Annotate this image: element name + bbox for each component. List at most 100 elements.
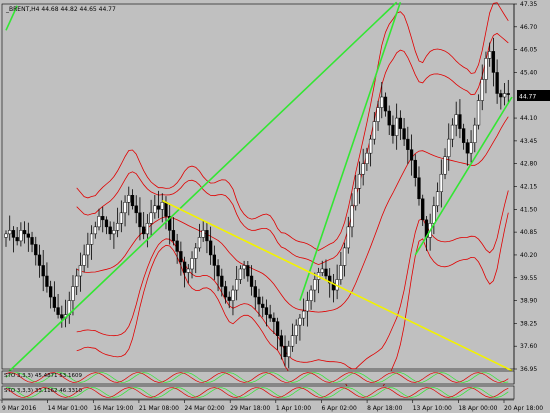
candle-body — [45, 275, 49, 287]
candle-body — [264, 307, 269, 315]
candle-body — [127, 195, 131, 203]
candle-body — [93, 226, 97, 235]
candle-body — [409, 149, 414, 161]
candle-body — [175, 240, 179, 252]
candle-body — [275, 321, 280, 336]
candle-body — [350, 205, 354, 228]
candle-body — [432, 205, 436, 224]
candle-body — [216, 265, 220, 277]
candle-body — [11, 230, 16, 238]
candle-body — [153, 205, 157, 214]
x-tick-label: 21 Mar 08:00 — [139, 405, 179, 412]
candle-body — [484, 58, 488, 80]
candle-body — [279, 335, 283, 347]
candle-body — [194, 247, 198, 259]
candle-body — [4, 233, 8, 238]
candle-body — [71, 286, 75, 301]
candle-body — [108, 226, 112, 235]
candle-body — [115, 223, 120, 231]
candle-body — [443, 156, 447, 175]
candle-body — [398, 117, 403, 129]
candle-body — [101, 216, 105, 221]
candle-body — [41, 265, 45, 277]
candle-body — [309, 289, 313, 301]
candle-body — [112, 230, 116, 235]
symbol-header: _BRENT,H4 44.68 44.82 44.65 44.77 — [5, 6, 116, 13]
y-tick-label: 42.15 — [520, 184, 537, 191]
y-tick-label: 46.70 — [520, 24, 537, 31]
x-tick-label: 29 Mar 18:00 — [230, 405, 270, 412]
candle-body — [354, 188, 358, 207]
candle-body — [435, 191, 440, 207]
candle-body — [447, 138, 451, 157]
candle-body — [406, 138, 410, 150]
x-tick-label: 8 Apr 18:00 — [367, 405, 402, 412]
candle-body — [246, 265, 250, 277]
candle-body — [383, 96, 388, 112]
candle-body — [22, 230, 27, 235]
candle-body — [8, 230, 12, 235]
candle-body — [235, 279, 239, 291]
candle-body — [89, 233, 94, 245]
candle-body — [253, 286, 257, 298]
candle-body — [104, 219, 109, 228]
candle-body — [142, 226, 146, 235]
candle-body — [205, 230, 209, 242]
candle-body — [171, 230, 176, 242]
candle-body — [361, 163, 365, 175]
candle-body — [387, 110, 391, 126]
candle-body — [261, 303, 265, 308]
x-tick-label: 18 Apr 00:00 — [458, 405, 497, 412]
candle-body — [495, 72, 499, 94]
chart-canvas[interactable]: 47.35 46.70 46.05 45.40 44.10 43.45 42.80 42.15… — [0, 0, 550, 413]
candle-body — [227, 296, 231, 301]
candle-body — [465, 142, 470, 154]
candle-body — [268, 314, 272, 319]
y-tick-label: 38.90 — [520, 298, 537, 305]
stochastic-label: STO 3,3,3) 33.1162 46.3310 — [4, 388, 83, 394]
candle-body — [164, 202, 168, 217]
candle-body — [26, 233, 30, 238]
candle-body — [186, 268, 190, 273]
candle-body — [346, 226, 350, 249]
y-tick-label: 37.60 — [520, 343, 537, 350]
x-tick-label: 20 Apr 18:00 — [504, 405, 543, 412]
candle-body — [78, 265, 83, 277]
candle-body — [238, 268, 243, 280]
candle-body — [439, 173, 443, 193]
candle-body — [480, 79, 484, 101]
candle-body — [52, 296, 57, 308]
y-tick-label: 40.20 — [520, 252, 537, 259]
candle-body — [357, 173, 362, 189]
candle-body — [320, 268, 324, 273]
candle-body — [339, 265, 343, 280]
candle-body — [413, 159, 417, 178]
candle-body — [287, 345, 291, 357]
candle-body — [34, 244, 38, 256]
chart-window[interactable]: 47.35 46.70 46.05 45.40 44.10 43.45 42.80 42.15… — [0, 0, 550, 413]
x-tick-label: 6 Apr 02:00 — [321, 405, 356, 412]
candle-body — [86, 244, 90, 256]
candle-body — [130, 195, 135, 207]
candle-body — [149, 212, 153, 224]
x-tick-label: 24 Mar 02:00 — [185, 405, 225, 412]
candle-body — [37, 254, 42, 266]
candle-body — [30, 237, 34, 245]
candle-body — [301, 310, 306, 319]
y-tick-label: 36.95 — [520, 366, 537, 373]
candle-body — [97, 216, 101, 228]
y-tick-label: 45.40 — [520, 69, 537, 76]
candle-body — [342, 247, 347, 266]
candle-body — [208, 240, 213, 256]
price-label: 44.77 — [519, 94, 536, 101]
candle-body — [220, 275, 224, 287]
candle-body — [179, 251, 183, 263]
y-tick-label: 44.10 — [520, 115, 537, 122]
candle-body — [231, 289, 235, 301]
candle-body — [461, 128, 466, 143]
candle-body — [454, 114, 458, 126]
candle-body — [160, 202, 164, 210]
candle-body — [402, 128, 406, 140]
y-tick-label: 47.35 — [520, 1, 537, 8]
candle-body — [190, 258, 194, 270]
